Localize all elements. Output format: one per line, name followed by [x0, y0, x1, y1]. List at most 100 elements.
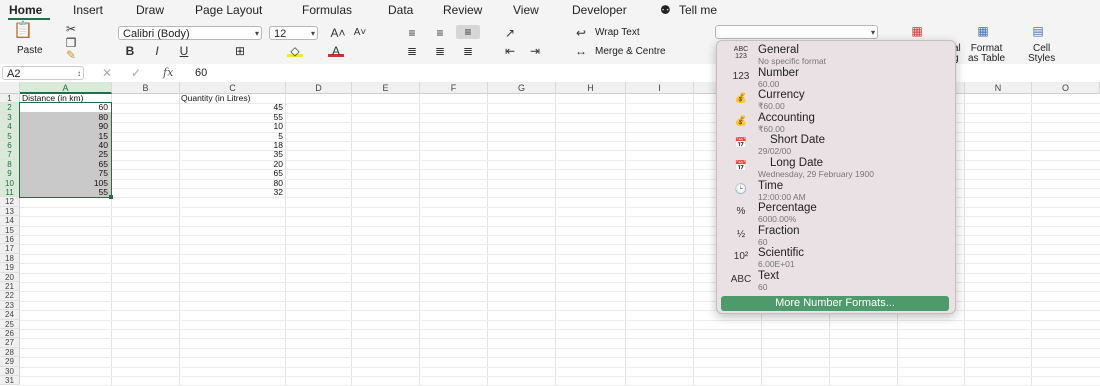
tab-draw[interactable]: Draw — [136, 3, 164, 17]
font-name-select[interactable]: Calibri (Body) ▾ — [118, 26, 262, 40]
tab-data[interactable]: Data — [388, 3, 413, 17]
cell-c8[interactable]: 20 — [180, 159, 283, 169]
number-format-text[interactable]: ABC Text 60 — [717, 269, 955, 292]
cell-c6[interactable]: 18 — [180, 140, 283, 150]
merge-centre-button[interactable]: Merge & Centre — [595, 46, 666, 57]
number-format-fraction[interactable]: ½ Fraction 60 — [717, 224, 955, 247]
cell-c10[interactable]: 80 — [180, 178, 283, 188]
cell-c5[interactable]: 5 — [180, 131, 283, 141]
row-header[interactable]: 26 — [0, 329, 20, 339]
row-header[interactable]: 28 — [0, 347, 20, 358]
row-header[interactable]: 4 — [0, 122, 20, 132]
format-as-table-button[interactable]: Format as Table — [968, 44, 1005, 64]
row-header[interactable]: 10 — [0, 178, 20, 188]
font-color-icon[interactable]: A — [328, 44, 344, 58]
merge-centre-icon[interactable]: ↔ — [573, 44, 589, 58]
cell-styles-icon[interactable]: ▤ — [1030, 24, 1046, 38]
row-header[interactable]: 13 — [0, 206, 20, 217]
conditional-formatting-icon[interactable]: ▦ — [909, 24, 925, 38]
cell-a4[interactable]: 90 — [20, 121, 108, 131]
tab-home[interactable]: Home — [9, 3, 42, 17]
number-format-currency[interactable]: 💰 Currency ₹60.00 — [717, 88, 955, 111]
orientation-icon[interactable]: ↗ — [502, 26, 518, 40]
fill-color-icon[interactable]: ◇ — [287, 44, 303, 58]
cell-a1[interactable]: Distance (in km) — [22, 93, 83, 103]
cell-c4[interactable]: 10 — [180, 121, 283, 131]
cell-a8[interactable]: 65 — [20, 159, 108, 169]
align-bottom-icon[interactable]: ≡ — [456, 25, 480, 39]
number-format-number[interactable]: 123 Number 60.00 — [717, 66, 955, 89]
paste-icon[interactable]: 📋 — [13, 23, 33, 39]
align-middle-icon[interactable]: ≡ — [432, 26, 448, 40]
more-number-formats-button[interactable]: More Number Formats... — [721, 296, 949, 311]
row-header[interactable]: 14 — [0, 216, 20, 226]
column-header[interactable]: E — [352, 82, 420, 94]
column-header[interactable]: B — [112, 82, 180, 94]
row-header[interactable]: 11 — [0, 188, 20, 198]
cell-c11[interactable]: 32 — [180, 187, 283, 197]
number-format-long-date[interactable]: 📅 Long Date Wednesday, 29 February 1900 — [717, 156, 955, 179]
align-right-icon[interactable]: ≣ — [460, 44, 476, 58]
row-header[interactable]: 9 — [0, 169, 20, 179]
tab-formulas[interactable]: Formulas — [302, 3, 352, 17]
italic-button[interactable]: I — [149, 44, 165, 58]
align-center-icon[interactable]: ≣ — [432, 44, 448, 58]
row-header[interactable]: 18 — [0, 253, 20, 264]
column-header[interactable]: D — [286, 82, 352, 94]
increase-font-icon[interactable]: A˄ — [330, 26, 346, 40]
formula-input[interactable]: 60 — [195, 67, 207, 79]
cell-c2[interactable]: 45 — [180, 102, 283, 112]
fill-handle[interactable] — [109, 195, 113, 199]
row-header[interactable]: 8 — [0, 159, 20, 170]
row-header[interactable]: 20 — [0, 272, 20, 282]
underline-button[interactable]: U — [176, 44, 192, 58]
name-box[interactable]: A2 ↕ — [2, 66, 84, 80]
select-all-corner[interactable] — [0, 82, 20, 94]
number-format-general[interactable]: ABC 123 General No specific format — [717, 43, 955, 66]
column-header[interactable]: H — [556, 82, 626, 94]
row-header[interactable]: 27 — [0, 338, 20, 348]
wrap-text-button[interactable]: Wrap Text — [595, 27, 640, 38]
tab-review[interactable]: Review — [443, 3, 482, 17]
row-header[interactable]: 15 — [0, 225, 20, 235]
cell-a5[interactable]: 15 — [20, 131, 108, 141]
bold-button[interactable]: B — [122, 44, 138, 58]
row-header[interactable]: 2 — [0, 103, 20, 113]
function-icon[interactable]: fx — [163, 66, 173, 79]
number-format-scientific[interactable]: 10² Scientific 6.00E+01 — [717, 246, 955, 269]
row-header[interactable]: 24 — [0, 310, 20, 320]
row-header[interactable]: 30 — [0, 366, 20, 376]
cell-c3[interactable]: 55 — [180, 112, 283, 122]
cancel-icon[interactable]: ✕ — [102, 66, 112, 80]
number-format-percentage[interactable]: % Percentage 6000.00% — [717, 201, 955, 224]
cell-a11[interactable]: 55 — [20, 187, 108, 197]
column-header[interactable]: O — [1032, 82, 1100, 94]
row-header[interactable]: 31 — [0, 376, 20, 386]
tab-page-layout[interactable]: Page Layout — [195, 3, 262, 17]
row-header[interactable]: 5 — [0, 131, 20, 141]
cell-styles-button[interactable]: Cell Styles — [1028, 44, 1055, 64]
number-format-accounting[interactable]: 💰 Accounting ₹60.00 — [717, 111, 955, 134]
column-header[interactable]: F — [420, 82, 488, 94]
tab-insert[interactable]: Insert — [73, 3, 103, 17]
paste-label[interactable]: Paste — [17, 45, 43, 56]
row-header[interactable]: 22 — [0, 291, 20, 301]
cell-c7[interactable]: 35 — [180, 149, 283, 159]
row-header[interactable]: 3 — [0, 112, 20, 123]
tab-view[interactable]: View — [513, 3, 539, 17]
row-header[interactable]: 6 — [0, 141, 20, 151]
tab-developer[interactable]: Developer — [572, 3, 627, 17]
align-top-icon[interactable]: ≡ — [404, 26, 420, 40]
increase-indent-icon[interactable]: ⇥ — [527, 44, 543, 58]
format-painter-icon[interactable]: ✎ — [63, 48, 79, 62]
align-left-icon[interactable]: ≣ — [404, 44, 420, 58]
row-header[interactable]: 12 — [0, 197, 20, 207]
cell-c1[interactable]: Quantity (in Litres) — [181, 93, 250, 103]
number-format-time[interactable]: 🕒 Time 12:00:00 AM — [717, 179, 955, 202]
row-header[interactable]: 7 — [0, 150, 20, 160]
decrease-indent-icon[interactable]: ⇤ — [502, 44, 518, 58]
format-as-table-icon[interactable]: ▦ — [975, 24, 991, 38]
row-header[interactable]: 23 — [0, 300, 20, 311]
number-format-select[interactable]: ▾ — [715, 25, 878, 39]
column-header[interactable]: I — [626, 82, 694, 94]
